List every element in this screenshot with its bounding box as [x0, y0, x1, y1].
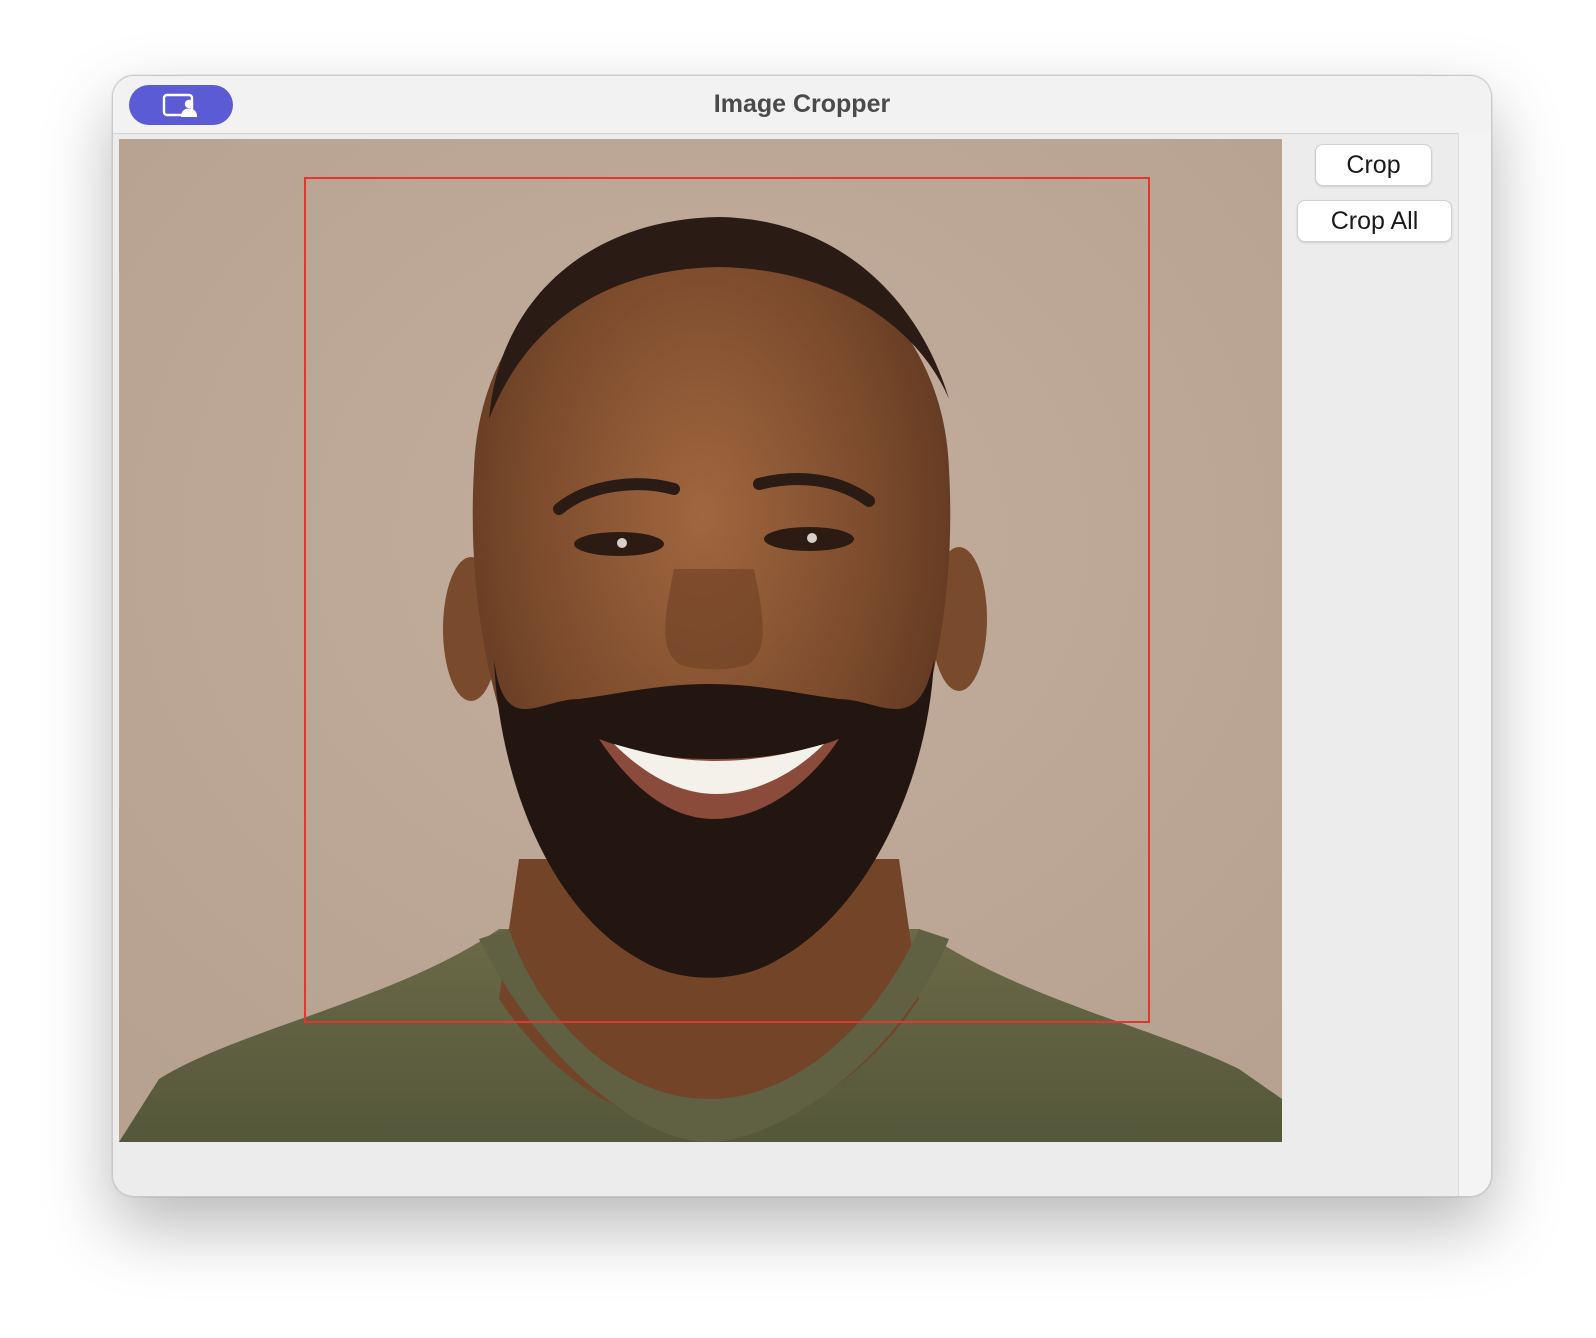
image-cropper-window: Image Cropper Crop Crop All — [112, 75, 1492, 1197]
crop-all-button[interactable]: Crop All — [1297, 200, 1452, 242]
image-canvas[interactable] — [119, 139, 1282, 1142]
right-scroll-strip — [1458, 133, 1491, 1196]
crop-selection-rectangle[interactable] — [304, 177, 1150, 1023]
crop-button[interactable]: Crop — [1315, 144, 1432, 186]
window-title: Image Cropper — [713, 90, 891, 118]
title-bar: Image Cropper — [113, 76, 1491, 134]
